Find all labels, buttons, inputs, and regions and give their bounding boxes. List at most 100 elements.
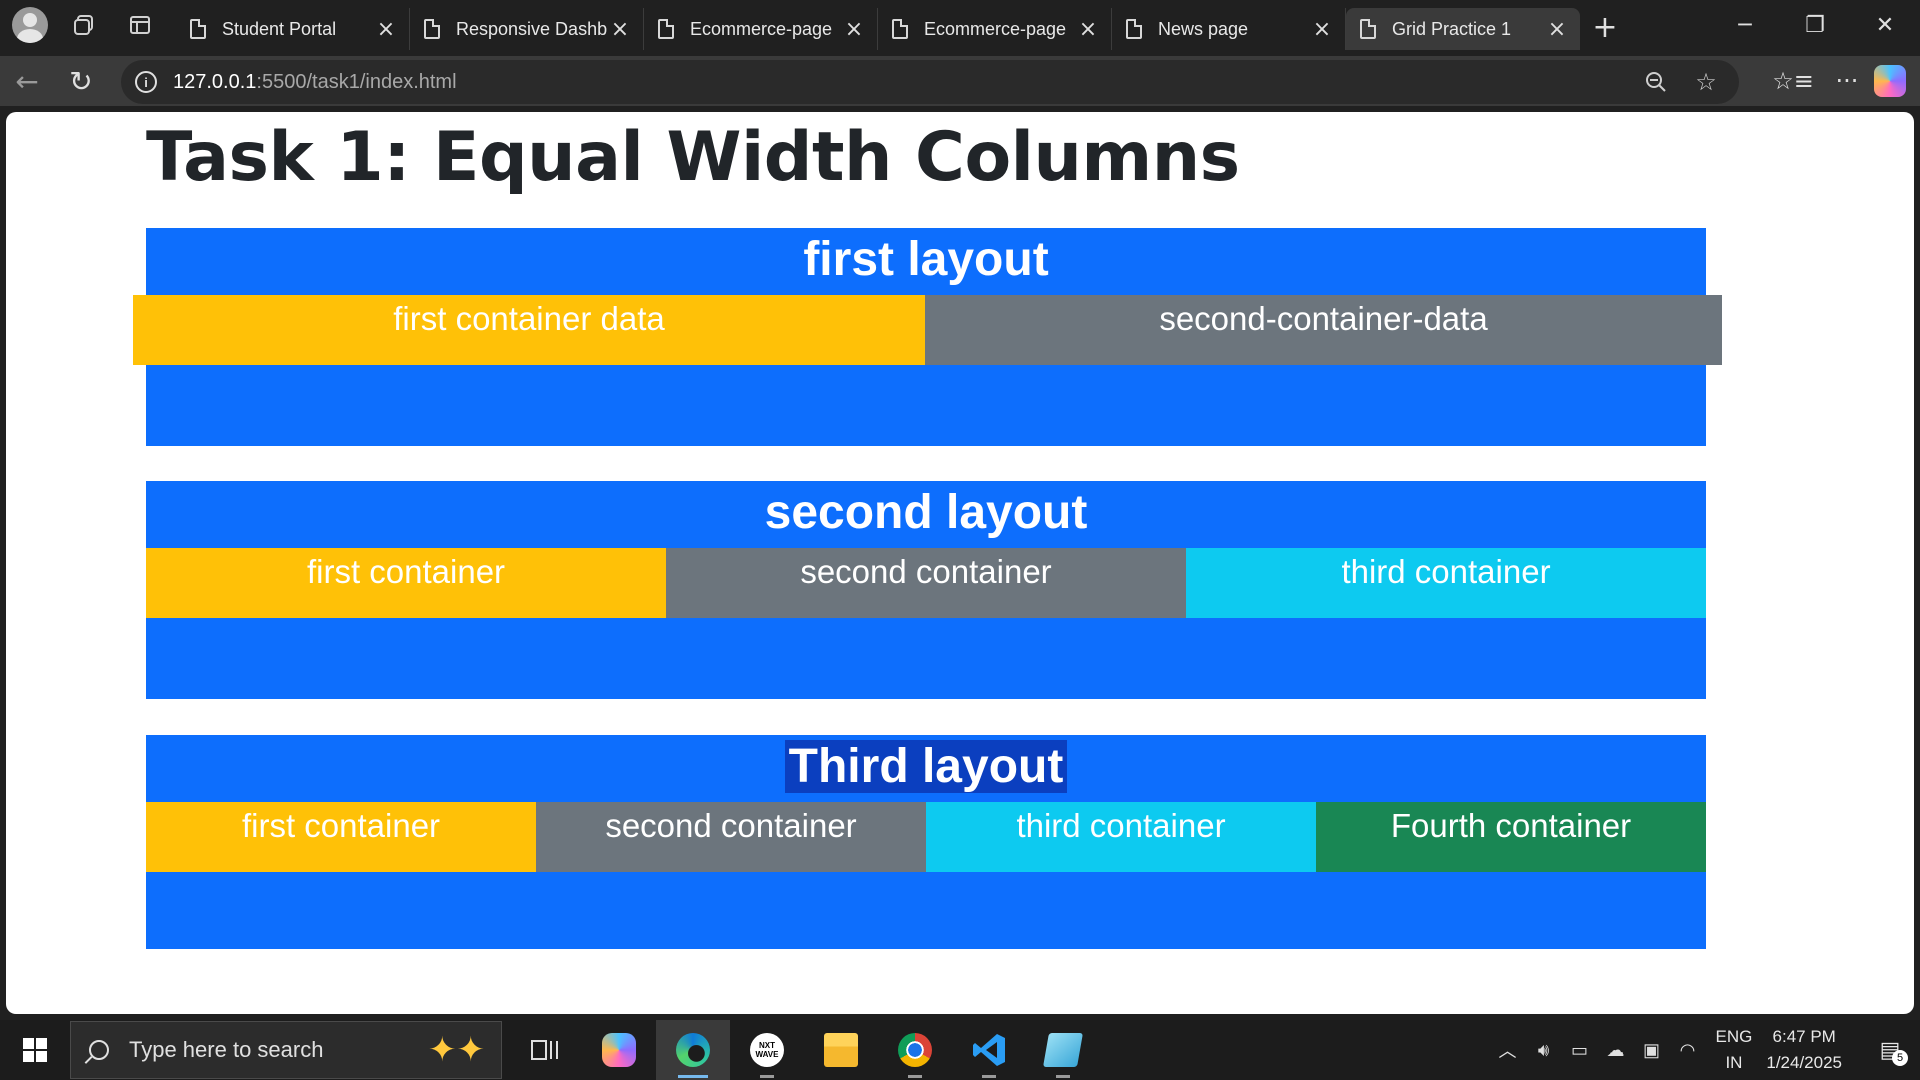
start-button[interactable] — [0, 1020, 70, 1080]
page-icon — [892, 19, 908, 39]
selected-title-text: Third layout — [784, 740, 1068, 793]
page-icon — [658, 19, 674, 39]
edge-icon — [676, 1033, 710, 1067]
layout-title: first layout — [803, 233, 1049, 286]
nxtwave-app[interactable]: NXT WAVE — [730, 1020, 804, 1080]
tab-student-portal[interactable]: Student Portal × — [176, 8, 410, 50]
page-icon — [190, 19, 206, 39]
battery-icon[interactable]: ▭ — [1562, 1040, 1598, 1061]
favorites-button[interactable]: ☆≡ — [1766, 56, 1820, 106]
close-window-button[interactable]: ✕ — [1850, 0, 1920, 50]
tab-responsive-dashboard[interactable]: Responsive Dashb × — [410, 8, 644, 50]
avatar — [12, 7, 48, 43]
copilot-icon[interactable] — [1874, 65, 1906, 97]
language-indicator[interactable]: ENG IN — [1716, 1024, 1753, 1076]
url-text[interactable]: 127.0.0.1:5500/task1/index.html — [173, 71, 457, 94]
vscode-app[interactable] — [952, 1020, 1026, 1080]
url-host: 127.0.0.1 — [173, 70, 257, 93]
tab-grid-practice-1[interactable]: Grid Practice 1 × — [1346, 8, 1580, 50]
nxtwave-icon: NXT WAVE — [750, 1033, 784, 1067]
first-layout: first layout first container data second… — [133, 228, 1722, 446]
meet-now-icon[interactable]: ▣ — [1634, 1040, 1670, 1061]
first-container: first container — [146, 802, 536, 872]
tab-ecommerce-page-2[interactable]: Ecommerce-page × — [878, 8, 1112, 50]
first-container: first container — [146, 548, 666, 618]
browser-tab-strip: Student Portal × Responsive Dashb × Ecom… — [0, 0, 1920, 50]
page-icon — [1126, 19, 1142, 39]
notifications-button[interactable]: ▤ 5 — [1870, 1030, 1910, 1070]
copilot-app[interactable] — [582, 1020, 656, 1080]
tab-actions-button[interactable] — [112, 0, 168, 50]
workspaces-button[interactable] — [56, 0, 112, 50]
url-path: :5500/task1/index.html — [256, 70, 457, 93]
zoom-button[interactable] — [1631, 71, 1681, 93]
refresh-icon: ↻ — [69, 64, 93, 98]
tab-ecommerce-page-1[interactable]: Ecommerce-page × — [644, 8, 878, 50]
page-title: Task 1: Equal Width Columns — [146, 118, 1240, 197]
layout-row: first container second container third c… — [146, 548, 1706, 618]
first-container: first container data — [133, 295, 925, 365]
region-code: IN — [1725, 1053, 1743, 1072]
layout-row: first container data second-container-da… — [133, 295, 1722, 365]
toolbar-actions: ☆≡ ··· — [1766, 56, 1920, 106]
more-button[interactable]: ··· — [1820, 56, 1874, 106]
page-viewport: Task 1: Equal Width Columns first layout… — [6, 112, 1914, 1014]
profile-button[interactable] — [0, 0, 56, 50]
zoom-out-icon — [1646, 72, 1666, 92]
second-container: second container — [666, 548, 1186, 618]
refresh-button[interactable]: ↻ — [54, 56, 108, 106]
notepad-icon — [1043, 1033, 1083, 1067]
window-controls: ─ ❐ ✕ — [1710, 0, 1920, 50]
minimize-button[interactable]: ─ — [1710, 0, 1780, 50]
edge-app[interactable] — [656, 1020, 730, 1080]
address-bar[interactable]: i 127.0.0.1:5500/task1/index.html ☆ — [121, 60, 1739, 104]
task-view-button[interactable] — [508, 1020, 582, 1080]
close-tab-icon[interactable]: × — [609, 17, 631, 42]
notification-count-badge: 5 — [1892, 1050, 1908, 1066]
tab-title: News page — [1158, 18, 1249, 39]
wifi-icon[interactable]: ◠ — [1670, 1040, 1706, 1061]
restore-button[interactable]: ❐ — [1780, 0, 1850, 50]
close-tab-icon[interactable]: × — [1077, 17, 1099, 42]
more-dots-icon: ··· — [1835, 67, 1859, 95]
volume-icon[interactable]: 🔊︎ — [1526, 1040, 1562, 1061]
browser-toolbar: ← ↻ i 127.0.0.1:5500/task1/index.html ☆ … — [0, 56, 1920, 106]
layout-title: second layout — [764, 486, 1088, 539]
close-tab-icon[interactable]: × — [1546, 17, 1568, 42]
vscode-icon — [973, 1034, 1005, 1066]
clock-time: 6:47 PM — [1772, 1027, 1836, 1046]
close-tab-icon[interactable]: × — [1311, 17, 1333, 42]
onedrive-cloud-icon[interactable]: ☁︎ — [1598, 1040, 1634, 1061]
file-explorer-app[interactable] — [804, 1020, 878, 1080]
close-tab-icon[interactable]: × — [843, 17, 865, 42]
favorites-star-list-icon: ☆≡ — [1772, 67, 1814, 95]
windows-logo-icon — [23, 1038, 47, 1062]
tab-title: Ecommerce-page — [690, 18, 833, 39]
page-icon — [424, 19, 440, 39]
site-info-icon[interactable]: i — [135, 71, 157, 93]
file-explorer-icon — [824, 1033, 858, 1067]
system-tray: ︿ 🔊︎ ▭ ☁︎ ▣ ◠ ENG IN 6:47 PM 1/24/2025 ▤… — [1490, 1020, 1920, 1080]
chrome-app[interactable] — [878, 1020, 952, 1080]
back-button[interactable]: ← — [0, 56, 54, 106]
windows-taskbar: Type here to search ✦✦ NXT WAVE ︿ 🔊︎ ▭ ☁… — [0, 1020, 1920, 1080]
third-container: third container — [926, 802, 1316, 872]
layout-title: Third layout — [146, 735, 1706, 801]
notepad-app[interactable] — [1026, 1020, 1100, 1080]
task-view-icon — [531, 1040, 558, 1060]
tab-list: Student Portal × Responsive Dashb × Ecom… — [176, 0, 1630, 50]
tab-title: Responsive Dashb — [456, 18, 608, 39]
favorite-button[interactable]: ☆ — [1681, 68, 1731, 96]
language-code: ENG — [1715, 1027, 1753, 1046]
show-hidden-icons-chevron-up-icon[interactable]: ︿ — [1490, 1037, 1526, 1063]
tab-news-page[interactable]: News page × — [1112, 8, 1346, 50]
close-tab-icon[interactable]: × — [375, 17, 397, 42]
fourth-container: Fourth container — [1316, 802, 1706, 872]
taskbar-search-box[interactable]: Type here to search ✦✦ — [70, 1021, 502, 1079]
tab-title: Ecommerce-page — [924, 18, 1067, 39]
clock[interactable]: 6:47 PM 1/24/2025 — [1766, 1024, 1842, 1076]
search-icon — [89, 1040, 109, 1060]
third-layout: Third layout first container second cont… — [146, 735, 1706, 949]
address-bar-actions: ☆ — [1631, 60, 1731, 104]
new-tab-button[interactable]: + — [1580, 6, 1630, 48]
